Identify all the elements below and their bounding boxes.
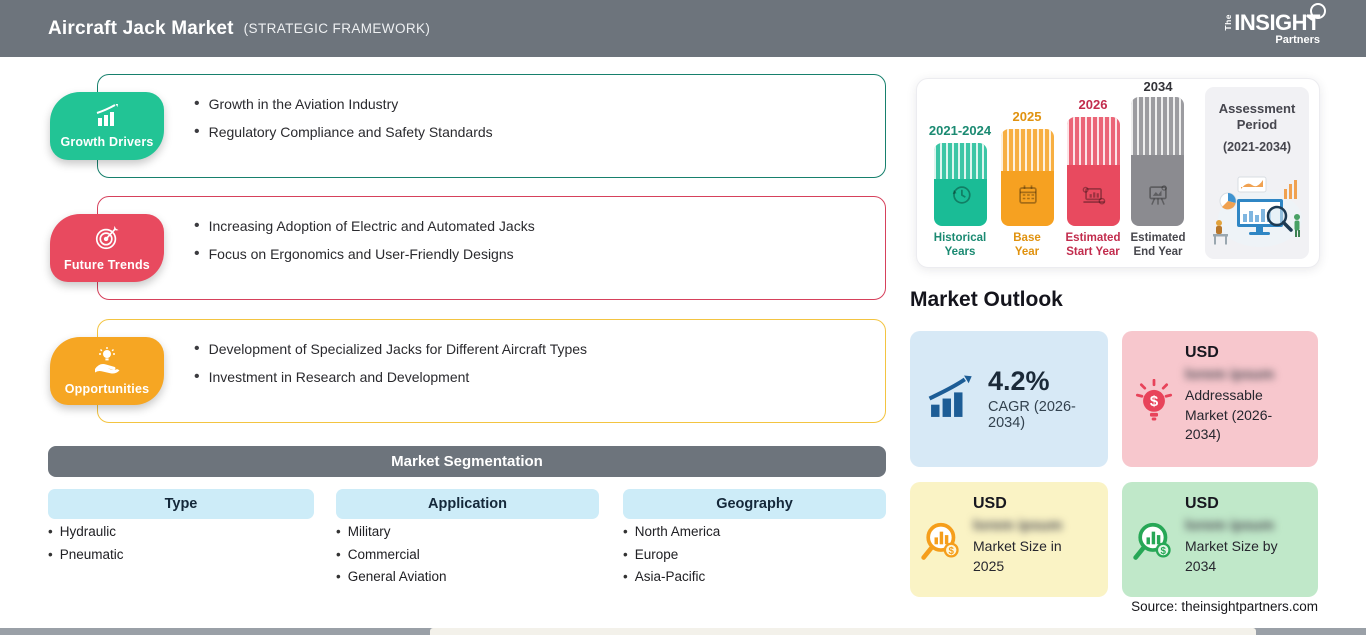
bar-stripes <box>1067 117 1120 165</box>
blurred-value: lorem ipsum <box>1185 517 1275 534</box>
future-trends-box: Increasing Adoption of Electric and Auto… <box>97 196 886 300</box>
assessment-period-panel: Assessment Period (2021-2034) <box>1205 87 1309 259</box>
cagr-text: 4.2% CAGR (2026-2034) <box>988 365 1108 432</box>
insight-partners-logo: The INSIGHT Partners <box>1223 2 1336 46</box>
estimated-start-year-bar <box>1067 117 1120 226</box>
bullet-item: Focus on Ergonomics and User-Friendly De… <box>194 240 885 268</box>
bar-stripes <box>1131 97 1184 155</box>
cagr-label: CAGR (2026-2034) <box>988 399 1076 432</box>
list-item: General Aviation <box>336 569 447 584</box>
opportunities-box: Development of Specialized Jacks for Dif… <box>97 319 886 423</box>
source-attribution: Source: theinsightpartners.com <box>1131 599 1318 614</box>
header-bar: Aircraft Jack Market (STRATEGIC FRAMEWOR… <box>0 0 1366 57</box>
estimated-end-year-label: Estimated End Year <box>1130 232 1186 259</box>
bar-stripes <box>934 143 987 179</box>
analytics-laptop-icon <box>1079 181 1109 214</box>
list-item: Military <box>336 524 447 539</box>
bullet-item: Development of Specialized Jacks for Dif… <box>194 335 885 363</box>
market-size-2025-text: USD lorem ipsum Market Size in 2025 <box>973 495 1096 589</box>
growth-drivers-box: Growth in the Aviation Industry Regulato… <box>97 74 886 178</box>
next-section-preview <box>430 628 1256 635</box>
magnifier-chart-icon: $ <box>1130 495 1178 589</box>
page-subtitle: (STRATEGIC FRAMEWORK) <box>243 21 431 36</box>
idea-hand-icon <box>91 346 123 381</box>
list-item: Pneumatic <box>48 547 124 562</box>
growth-bars-icon <box>92 103 122 134</box>
target-dart-icon <box>92 224 122 257</box>
opportunities-list: Development of Specialized Jacks for Dif… <box>98 320 885 391</box>
historical-years-bar <box>934 143 987 226</box>
bullet-item: Investment in Research and Development <box>194 363 885 391</box>
svg-text:$: $ <box>1160 546 1166 557</box>
market-size-2034-card: $ USD lorem ipsum Market Size by 2034 <box>1122 482 1318 597</box>
list-item: Europe <box>623 547 720 562</box>
currency-label: USD <box>973 495 1007 512</box>
estimated-end-year-value: 2034 <box>1143 79 1173 94</box>
card-label: Market Size by 2034 <box>1185 538 1278 574</box>
bullet-item: Growth in the Aviation Industry <box>194 90 885 118</box>
future-trends-list: Increasing Adoption of Electric and Auto… <box>98 197 885 268</box>
base-year-bar <box>1001 129 1054 226</box>
growth-chart-icon <box>926 374 976 425</box>
addressable-market-card: $ USD lorem ipsum Addressable Market (20… <box>1122 331 1318 467</box>
addressable-market-text: USD lorem ipsum Addressable Market (2026… <box>1185 344 1306 459</box>
blurred-value: lorem ipsum <box>973 517 1063 534</box>
segmentation-column-type: Type <box>48 489 314 519</box>
assessment-period-title: Assessment Period <box>1218 101 1296 133</box>
list-item: Hydraulic <box>48 524 124 539</box>
market-size-2034-text: USD lorem ipsum Market Size by 2034 <box>1185 495 1306 589</box>
magnifier-chart-icon: $ <box>918 495 966 589</box>
market-size-2025-card: $ USD lorem ipsum Market Size in 2025 <box>910 482 1108 597</box>
estimated-start-year-value: 2026 <box>1078 97 1108 112</box>
history-clock-icon <box>947 181 975 214</box>
card-label: Market Size in 2025 <box>973 538 1062 574</box>
blurred-value: lorem ipsum <box>1185 366 1275 383</box>
currency-label: USD <box>1185 495 1219 512</box>
badge-label: Growth Drivers <box>60 135 154 149</box>
geography-items: North America Europe Asia-Pacific <box>623 524 721 592</box>
infographic-page: Aircraft Jack Market (STRATEGIC FRAMEWOR… <box>0 0 1366 635</box>
magnifier-icon <box>1310 2 1326 19</box>
estimated-end-year-bar <box>1131 97 1184 226</box>
market-segmentation-header: Market Segmentation <box>48 446 886 477</box>
calendar-icon <box>1014 181 1042 214</box>
type-items: Hydraulic Pneumatic <box>48 524 124 569</box>
application-items: Military Commercial General Aviation <box>336 524 447 592</box>
opportunities-badge: Opportunities <box>50 337 164 405</box>
segmentation-column-application: Application <box>336 489 599 519</box>
badge-label: Future Trends <box>64 258 150 272</box>
bar-stripes <box>1001 129 1054 171</box>
cagr-value: 4.2% <box>988 365 1050 396</box>
currency-label: USD <box>1185 344 1219 361</box>
card-label: Addressable Market (2026-2034) <box>1185 387 1273 443</box>
svg-text:$: $ <box>1150 393 1159 410</box>
list-item: Commercial <box>336 547 447 562</box>
badge-label: Opportunities <box>64 382 150 396</box>
analysts-illustration <box>1208 171 1306 256</box>
presentation-board-icon <box>1144 181 1172 214</box>
bullet-item: Regulatory Compliance and Safety Standar… <box>194 118 885 146</box>
list-item: North America <box>623 524 721 539</box>
logo-partners-text: Partners <box>1275 33 1320 46</box>
historical-years-range: 2021-2024 <box>928 123 992 138</box>
page-title: Aircraft Jack Market <box>48 17 234 39</box>
list-item: Asia-Pacific <box>623 569 720 584</box>
growth-drivers-badge: Growth Drivers <box>50 92 164 160</box>
market-outlook-title: Market Outlook <box>910 288 1063 311</box>
cagr-card: 4.2% CAGR (2026-2034) <box>910 331 1108 467</box>
assessment-period-range: (2021-2034) <box>1222 139 1292 154</box>
svg-text:$: $ <box>948 546 954 557</box>
bulb-dollar-icon: $ <box>1130 344 1178 459</box>
segmentation-column-geography: Geography <box>623 489 886 519</box>
logo-the-text: The <box>1223 13 1234 31</box>
bullet-item: Increasing Adoption of Electric and Auto… <box>194 212 885 240</box>
research-timeline-panel: 2021-2024 2025 2026 2034 Historical Year… <box>916 78 1320 268</box>
growth-drivers-list: Growth in the Aviation Industry Regulato… <box>98 75 885 146</box>
future-trends-badge: Future Trends <box>50 214 164 282</box>
